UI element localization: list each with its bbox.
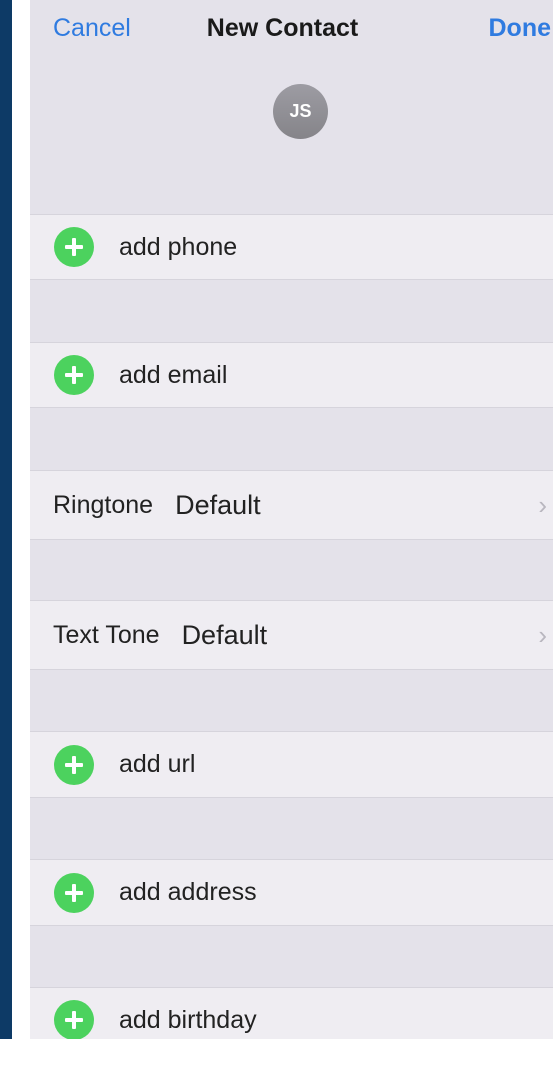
new-contact-screen: Cancel New Contact Done JS add phone add… <box>30 0 553 1039</box>
nav-bar: Cancel New Contact Done <box>30 0 553 70</box>
page-title: New Contact <box>206 14 359 42</box>
add-address-row[interactable]: add address <box>30 859 553 926</box>
text-tone-row[interactable]: Text Tone Default › <box>30 600 553 670</box>
avatar[interactable]: JS <box>273 84 328 139</box>
add-email-label: add email <box>119 360 228 389</box>
window-left-edge <box>0 0 12 1039</box>
add-email-row[interactable]: add email <box>30 342 553 408</box>
window-bottom-edge <box>0 1039 553 1067</box>
chevron-right-icon: › <box>538 489 547 520</box>
plus-circle-icon[interactable] <box>54 227 94 267</box>
chevron-right-icon: › <box>538 619 547 650</box>
add-birthday-row[interactable]: add birthday <box>30 987 553 1039</box>
ringtone-row[interactable]: Ringtone Default › <box>30 470 553 540</box>
ringtone-label: Ringtone <box>53 490 154 519</box>
window-left-gap <box>12 0 30 1039</box>
plus-circle-icon[interactable] <box>54 872 94 913</box>
text-tone-label: Text Tone <box>53 620 160 649</box>
add-url-row[interactable]: add url <box>30 731 553 798</box>
add-phone-row[interactable]: add phone <box>30 214 553 280</box>
add-phone-label: add phone <box>119 232 238 261</box>
add-birthday-label: add birthday <box>119 1005 257 1034</box>
add-address-label: add address <box>119 878 257 906</box>
avatar-initials: JS <box>289 101 312 121</box>
plus-circle-icon[interactable] <box>54 1000 94 1039</box>
done-button[interactable]: Done <box>489 14 552 43</box>
plus-circle-icon[interactable] <box>54 355 94 395</box>
plus-circle-icon[interactable] <box>54 744 94 785</box>
add-url-label: add url <box>119 750 196 778</box>
ringtone-value: Default <box>175 489 261 520</box>
text-tone-value: Default <box>181 619 268 650</box>
